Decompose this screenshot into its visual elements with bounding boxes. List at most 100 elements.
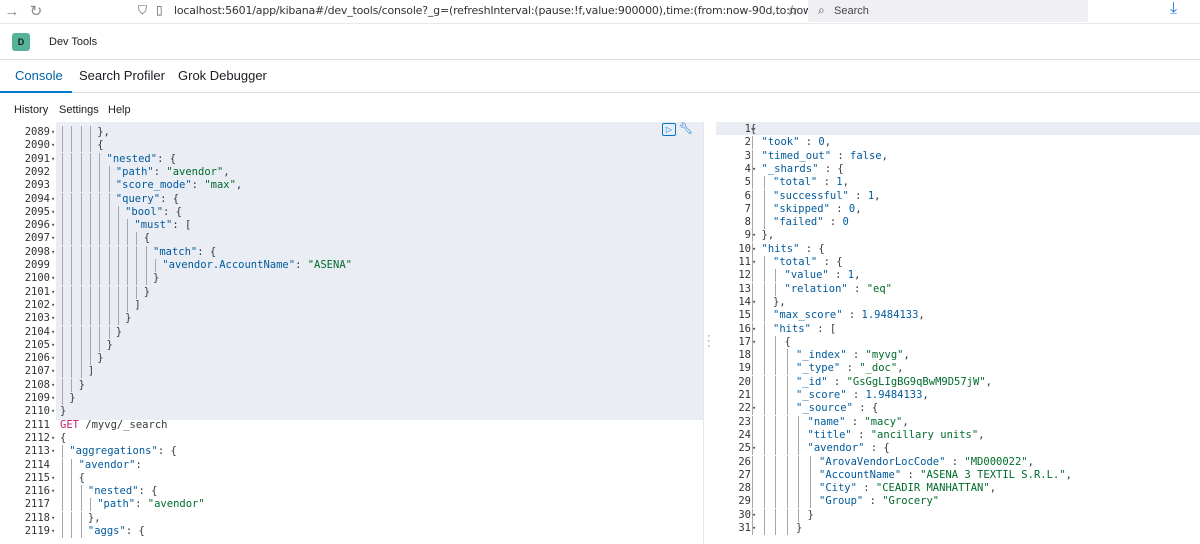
shield-icon[interactable]: ⛉ xyxy=(138,3,147,18)
code-line[interactable]: 31 ▾} xyxy=(716,522,1200,535)
fold-toggle-icon[interactable]: ▾ xyxy=(51,352,55,365)
fold-toggle-icon[interactable]: ▾ xyxy=(51,126,55,139)
fold-toggle-icon[interactable]: ▾ xyxy=(51,472,55,485)
fold-toggle-icon[interactable]: ▾ xyxy=(51,139,55,152)
code-line[interactable]: 2093 "score_mode": "max", xyxy=(0,179,703,193)
code-line[interactable]: 29 "Group" : "Grocery" xyxy=(716,495,1200,509)
code-line[interactable]: 4 ▾ "_shards" : { xyxy=(716,162,1200,176)
code-line[interactable]: 17 ▾{ xyxy=(716,335,1200,349)
tab-grok-debugger[interactable]: Grok Debugger xyxy=(178,68,267,83)
fold-toggle-icon[interactable]: ▾ xyxy=(51,206,55,219)
code-line[interactable]: 20 "_id" : "GsGgLIgBG9qBwM9D57jW", xyxy=(716,375,1200,389)
tab-console[interactable]: Console xyxy=(15,68,63,83)
menu-history[interactable]: History xyxy=(14,104,48,116)
code-line[interactable]: 2106 ▾} xyxy=(0,352,703,366)
bookmark-star-icon[interactable]: ☆ xyxy=(786,2,799,19)
code-line[interactable]: 2102 ▾] xyxy=(0,298,703,312)
fold-toggle-icon[interactable]: ▾ xyxy=(51,299,55,312)
fold-toggle-icon[interactable]: ▾ xyxy=(51,272,55,285)
fold-toggle-icon[interactable]: ▾ xyxy=(51,219,55,232)
browser-search-box[interactable]: ⌕ Search xyxy=(808,0,1088,22)
code-line[interactable]: 7 "skipped" : 0, xyxy=(716,202,1200,216)
code-line[interactable]: 2116 ▾ "nested": { xyxy=(0,485,703,499)
fold-toggle-icon[interactable]: ▾ xyxy=(51,193,55,206)
tab-search-profiler[interactable]: Search Profiler xyxy=(79,68,165,83)
request-editor[interactable]: 2089 ▾}, 2090 ▾{2091 ▾ "nested": {2092 "path":… xyxy=(0,122,703,544)
code-line[interactable]: 2104 ▾} xyxy=(0,325,703,339)
code-line[interactable]: 8 "failed" : 0 xyxy=(716,216,1200,230)
fold-toggle-icon[interactable]: ▾ xyxy=(51,525,55,538)
code-line[interactable]: 2100 ▾} xyxy=(0,272,703,286)
code-line[interactable]: 22 ▾ "_source" : { xyxy=(716,402,1200,416)
code-line[interactable]: 2113 ▾ "aggregations": { xyxy=(0,445,703,459)
code-line[interactable]: 1 ▾{ xyxy=(716,123,1200,136)
code-line[interactable]: 2119 ▾ "aggs": { xyxy=(0,525,703,538)
code-line[interactable]: 16 ▾ "hits" : [ xyxy=(716,322,1200,336)
code-line[interactable]: 2098 ▾ "match": { xyxy=(0,245,703,259)
fold-toggle-icon[interactable]: ▾ xyxy=(51,392,55,405)
code-line[interactable]: 2105 ▾} xyxy=(0,338,703,352)
menu-help[interactable]: Help xyxy=(108,104,131,116)
code-line[interactable]: 23 "name" : "macy", xyxy=(716,415,1200,429)
space-avatar[interactable]: D xyxy=(12,33,30,51)
code-line[interactable]: 2107 ▾] xyxy=(0,365,703,379)
fold-toggle-icon[interactable]: ▾ xyxy=(51,153,55,166)
code-line[interactable]: 2096 ▾ "must": [ xyxy=(0,219,703,233)
code-line[interactable]: 2 "took" : 0, xyxy=(716,136,1200,150)
code-line[interactable]: 2094 ▾ "query": { xyxy=(0,192,703,206)
code-line[interactable]: 26 "ArovaVendorLocCode" : "MD000022", xyxy=(716,455,1200,469)
code-line[interactable]: 2109 ▾} xyxy=(0,392,703,405)
code-line[interactable]: 30 ▾} xyxy=(716,508,1200,522)
download-icon[interactable]: ⤓ xyxy=(1170,0,1177,18)
code-line[interactable]: 10 ▾ "hits" : { xyxy=(716,242,1200,256)
code-line[interactable]: 2092 "path": "avendor", xyxy=(0,165,703,179)
fold-toggle-icon[interactable]: ▾ xyxy=(51,432,55,445)
fold-toggle-icon[interactable]: ▾ xyxy=(51,512,55,525)
code-line[interactable]: 2097 ▾ { xyxy=(0,232,703,246)
code-line[interactable]: 24 "title" : "ancillary units", xyxy=(716,428,1200,442)
fold-toggle-icon[interactable]: ▾ xyxy=(51,246,55,259)
code-line[interactable]: 2108 ▾} xyxy=(0,378,703,392)
url-text[interactable]: localhost:5601/app/kibana#/dev_tools/con… xyxy=(174,4,820,17)
menu-settings[interactable]: Settings xyxy=(59,104,99,116)
code-line[interactable]: 3 "timed_out" : false, xyxy=(716,149,1200,163)
code-line[interactable]: 12 "value" : 1, xyxy=(716,269,1200,283)
code-line[interactable]: 2117 "path": "avendor" xyxy=(0,498,703,512)
fold-toggle-icon[interactable]: ▾ xyxy=(51,445,55,458)
fold-toggle-icon[interactable]: ▾ xyxy=(51,405,55,418)
code-line[interactable]: 2110 ▾} xyxy=(0,405,703,418)
reload-icon[interactable]: ↻ xyxy=(26,2,46,22)
code-line[interactable]: 2114 "avendor": xyxy=(0,458,703,472)
pane-resizer[interactable]: · · · xyxy=(703,122,716,544)
code-line[interactable]: 2099 "avendor.AccountName": "ASENA" xyxy=(0,259,703,272)
code-line[interactable]: 2095 ▾ "bool": { xyxy=(0,205,703,219)
fold-toggle-icon[interactable]: ▾ xyxy=(51,339,55,352)
code-line[interactable]: 2101 ▾} xyxy=(0,285,703,299)
fold-toggle-icon[interactable]: ▾ xyxy=(51,232,55,245)
address-bar[interactable]: ⛉ ▯ localhost:5601/app/kibana#/dev_tools… xyxy=(128,0,820,22)
code-line[interactable]: 2090 ▾ { xyxy=(0,139,703,153)
fold-toggle-icon[interactable]: ▾ xyxy=(51,326,55,339)
code-line[interactable]: 19 "_type" : "_doc", xyxy=(716,362,1200,376)
code-line[interactable]: 18 "_index" : "myvg", xyxy=(716,349,1200,363)
fold-toggle-icon[interactable]: ▾ xyxy=(51,286,55,299)
code-line[interactable]: 6 "successful" : 1, xyxy=(716,189,1200,203)
code-line[interactable]: 21 "_score" : 1.9484133, xyxy=(716,389,1200,402)
wrench-icon[interactable]: 🔧︎ xyxy=(679,122,693,135)
back-arrow-icon[interactable]: → xyxy=(2,2,22,22)
fold-toggle-icon[interactable]: ▾ xyxy=(51,485,55,498)
code-line[interactable]: 9 ▾}, xyxy=(716,229,1200,243)
code-line[interactable]: 2103 ▾} xyxy=(0,312,703,326)
fold-toggle-icon[interactable]: ▾ xyxy=(51,379,55,392)
code-line[interactable]: 2118 ▾}, xyxy=(0,511,703,525)
send-request-icon[interactable]: ▷ xyxy=(662,123,676,136)
code-line[interactable]: 2111 GET /myvg/_search xyxy=(0,419,703,432)
code-line[interactable]: 2115 ▾ { xyxy=(0,471,703,485)
code-line[interactable]: 25 ▾ "avendor" : { xyxy=(716,442,1200,456)
code-line[interactable]: 2089 ▾}, xyxy=(0,126,703,139)
code-line[interactable]: 28 "City" : "CEADIR MANHATTAN", xyxy=(716,482,1200,496)
code-line[interactable]: 11 ▾ "total" : { xyxy=(716,256,1200,269)
code-line[interactable]: 5 "total" : 1, xyxy=(716,176,1200,190)
code-line[interactable]: 2112 ▾ { xyxy=(0,432,703,445)
code-line[interactable]: 13 "relation" : "eq" xyxy=(716,282,1200,296)
